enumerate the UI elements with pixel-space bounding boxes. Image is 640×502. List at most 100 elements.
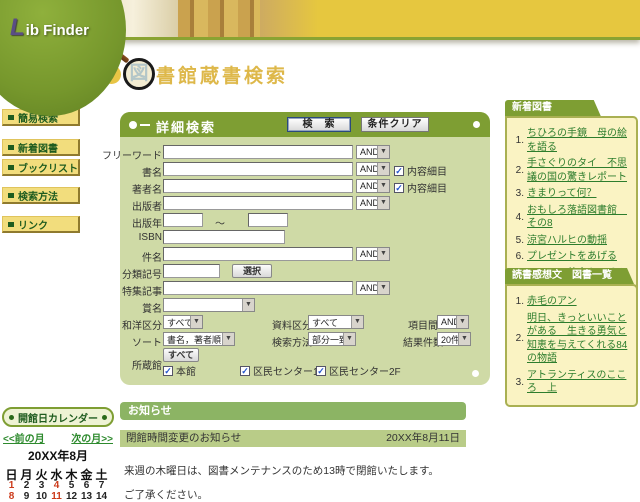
chevron-down-icon: ▼	[351, 316, 363, 328]
classification-input[interactable]	[163, 264, 220, 278]
magnifier-icon: 図	[123, 58, 155, 90]
between-items-select[interactable]: AND▼	[437, 315, 469, 329]
checkbox-center-2f[interactable]: ✓区民センター2F	[316, 363, 401, 378]
field-label-sort: ソート	[132, 334, 162, 349]
and-select-publisher[interactable]: AND▼	[356, 196, 390, 210]
logo[interactable]: Lib Finder	[0, 0, 126, 116]
checkbox-icon: ✓	[394, 183, 404, 193]
checkbox-content-detail-title[interactable]: ✓内容細目	[394, 163, 447, 178]
prev-month-link[interactable]: <<前の月	[3, 430, 45, 445]
clear-conditions-button[interactable]: 条件クリア	[361, 117, 429, 132]
sidebar-item-booklist[interactable]: ブックリスト	[2, 159, 80, 176]
chevron-down-icon: ▼	[377, 197, 389, 209]
book-link[interactable]: 明日、きっといいことがある 生きる勇気と知恵を与えてくれる84の物語	[527, 312, 633, 366]
chevron-down-icon: ▼	[343, 333, 355, 345]
checkbox-main-library[interactable]: ✓本館	[163, 363, 196, 378]
wayo-select[interactable]: すべて▼	[163, 315, 203, 329]
calendar-nav: <<前の月 次の月>>	[2, 430, 114, 445]
freeword-input[interactable]	[163, 145, 353, 159]
field-label-subject: 件名	[142, 249, 162, 264]
all-libraries-button[interactable]: すべて	[163, 348, 199, 362]
item-number: 3.	[510, 188, 524, 199]
detail-search-panel: 詳細検索 検 索 条件クリア フリーワード AND▼ 書名 AND▼ ✓内容細目…	[120, 112, 490, 385]
next-month-link[interactable]: 次の月>>	[71, 430, 113, 445]
calendar-day: 6	[79, 480, 94, 491]
square-bullet-icon	[8, 193, 14, 198]
book-link[interactable]: 手さぐりのタイ 不思議の国の驚きレポート	[527, 157, 633, 184]
book-link[interactable]: ちひろの手鏡 母の絵を語る	[527, 127, 633, 154]
checkbox-center-1f[interactable]: ✓区民センター1F	[240, 363, 325, 378]
book-link[interactable]: アトランティスのこころ 上	[527, 369, 633, 396]
calendar-day: 4	[49, 480, 64, 491]
calendar-day: 1	[4, 480, 19, 491]
book-link[interactable]: 赤毛のアン	[527, 295, 577, 309]
award-select[interactable]: ▼	[163, 298, 255, 312]
checkbox-content-detail-author[interactable]: ✓内容細目	[394, 180, 447, 195]
field-label-between-items: 項目間	[408, 317, 438, 332]
calendar-day: 14	[94, 491, 109, 502]
page-title-text: 書館蔵書検索	[156, 61, 288, 88]
pub-year-from-input[interactable]	[163, 213, 203, 227]
form-row-award: 賞名 ▼	[120, 298, 490, 314]
publisher-input[interactable]	[163, 196, 353, 210]
isbn-input[interactable]	[163, 230, 285, 244]
subject-input[interactable]	[163, 247, 353, 261]
calendar-title-button[interactable]: 開館日カレンダー	[2, 407, 114, 427]
logo-text: Lib Finder	[10, 14, 89, 42]
calendar-day-header: 水	[49, 466, 64, 480]
and-select-author[interactable]: AND▼	[356, 179, 390, 193]
chevron-down-icon: ▼	[377, 163, 389, 175]
checkbox-icon: ✓	[394, 166, 404, 176]
and-select-subject[interactable]: AND▼	[356, 247, 390, 261]
calendar-day-header: 木	[64, 466, 79, 480]
and-select-feature[interactable]: AND▼	[356, 281, 390, 295]
material-select[interactable]: すべて▼	[308, 315, 364, 329]
field-label-material: 資料区分	[272, 317, 312, 332]
chevron-down-icon: ▼	[377, 282, 389, 294]
list-item: 4.おもしろ落語図書館 その8	[510, 204, 633, 231]
and-select-title[interactable]: AND▼	[356, 162, 390, 176]
sidebar-item-links[interactable]: リンク	[2, 216, 80, 233]
sort-select[interactable]: 書名，著者順▼	[163, 332, 235, 346]
form-row-pub-year: 出版年 ～	[120, 213, 490, 229]
book-spines-image	[178, 0, 260, 37]
pub-year-to-input[interactable]	[248, 213, 288, 227]
field-label-author: 著者名	[132, 181, 162, 196]
notice-body-line2: ご了承ください。	[124, 487, 208, 502]
item-number: 3.	[510, 377, 524, 388]
book-link[interactable]: プレゼントをあげる	[527, 250, 617, 264]
calendar-day: 10	[34, 491, 49, 502]
and-select-freeword[interactable]: AND▼	[356, 145, 390, 159]
book-link[interactable]: おもしろ落語図書館 その8	[527, 204, 633, 231]
form-row-classification: 分類記号 選択	[120, 264, 490, 280]
title-input[interactable]	[163, 162, 353, 176]
book-report-list: 1.赤毛のアン2.明日、きっといいことがある 生きる勇気と知恵を与えてくれる84…	[505, 284, 638, 407]
field-label-search-method: 検索方法	[272, 334, 312, 349]
item-number: 1.	[510, 135, 524, 146]
field-label-classification: 分類記号	[122, 266, 162, 281]
field-label-award: 賞名	[142, 300, 162, 315]
form-row-subject: 件名 AND▼	[120, 247, 490, 263]
list-item: 3.きまりって何？	[510, 187, 633, 201]
search-button[interactable]: 検 索	[287, 117, 351, 132]
result-count-select[interactable]: 20件▼	[437, 332, 471, 346]
book-link[interactable]: きまりって何？	[527, 187, 597, 201]
calendar-grid: 日月火水木金土123456789101112131415161718192021	[2, 466, 114, 502]
form-row-freeword: フリーワード AND▼	[120, 145, 490, 161]
field-label-isbn: ISBN	[139, 232, 162, 243]
calendar-day-header: 月	[19, 466, 34, 480]
calendar-day: 5	[64, 480, 79, 491]
select-classification-button[interactable]: 選択	[232, 264, 272, 278]
calendar-day: 9	[19, 491, 34, 502]
feature-article-input[interactable]	[163, 281, 353, 295]
form-row-sort: ソート 書名，著者順▼ 検索方法 部分一致▼ 結果件数 20件▼	[120, 332, 490, 348]
search-method-select[interactable]: 部分一致▼	[308, 332, 356, 346]
item-number: 2.	[510, 165, 524, 176]
calendar-day-header: 日	[4, 466, 19, 480]
item-number: 6.	[510, 251, 524, 262]
calendar-day-header: 火	[34, 466, 49, 480]
author-input[interactable]	[163, 179, 353, 193]
book-link[interactable]: 涼宮ハルヒの動揺	[527, 234, 607, 248]
sidebar-item-new-books[interactable]: 新着図書	[2, 139, 80, 156]
sidebar-item-search-help[interactable]: 検索方法	[2, 187, 80, 204]
